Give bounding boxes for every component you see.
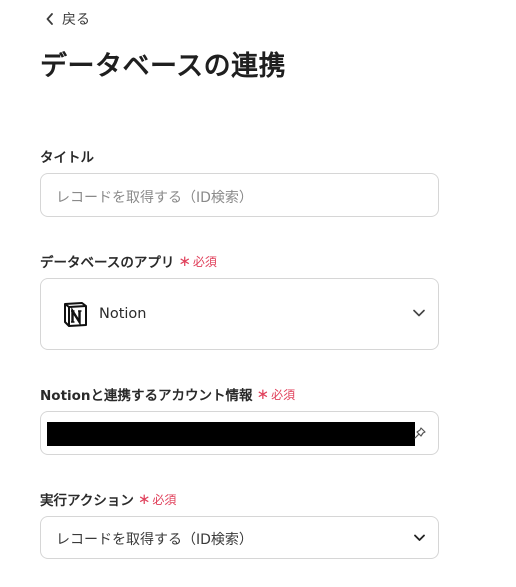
title-field-label: タイトル — [40, 146, 94, 166]
app-label-text: データベースのアプリ — [40, 255, 175, 271]
chevron-down-icon — [413, 309, 425, 317]
action-select-value: レコードを取得する（ID検索） — [56, 532, 253, 548]
required-badge: ∗ 必須 — [137, 489, 177, 508]
title-input[interactable]: レコードを取得する（ID検索） — [40, 173, 439, 217]
account-field-label: Notionと連携するアカウント情報 ∗ 必須 — [40, 384, 295, 404]
account-select[interactable] — [40, 411, 439, 455]
required-badge: ∗ 必須 — [178, 251, 217, 270]
chevron-left-icon — [46, 13, 53, 25]
redacted-account-value — [47, 422, 415, 446]
back-link[interactable]: 戻る — [46, 9, 90, 29]
chevron-down-icon — [414, 534, 425, 541]
selected-app-name: Notion — [99, 306, 147, 322]
action-field-label: 実行アクション ∗ 必須 — [40, 489, 176, 509]
action-select[interactable]: レコードを取得する（ID検索） — [40, 516, 439, 559]
title-input-placeholder: レコードを取得する（ID検索） — [56, 190, 253, 206]
required-badge: ∗ 必須 — [256, 384, 296, 403]
notion-logo-icon — [64, 302, 87, 327]
app-field-label: データベースのアプリ ∗ 必須 — [40, 251, 217, 271]
account-label-text: Notionと連携するアカウント情報 — [40, 388, 253, 404]
title-label-text: タイトル — [40, 150, 94, 166]
app-select[interactable]: Notion — [40, 278, 439, 350]
page-title: データベースの連携 — [40, 51, 287, 82]
pin-icon — [414, 427, 426, 439]
back-label: 戻る — [62, 12, 90, 28]
action-label-text: 実行アクション — [40, 493, 134, 509]
